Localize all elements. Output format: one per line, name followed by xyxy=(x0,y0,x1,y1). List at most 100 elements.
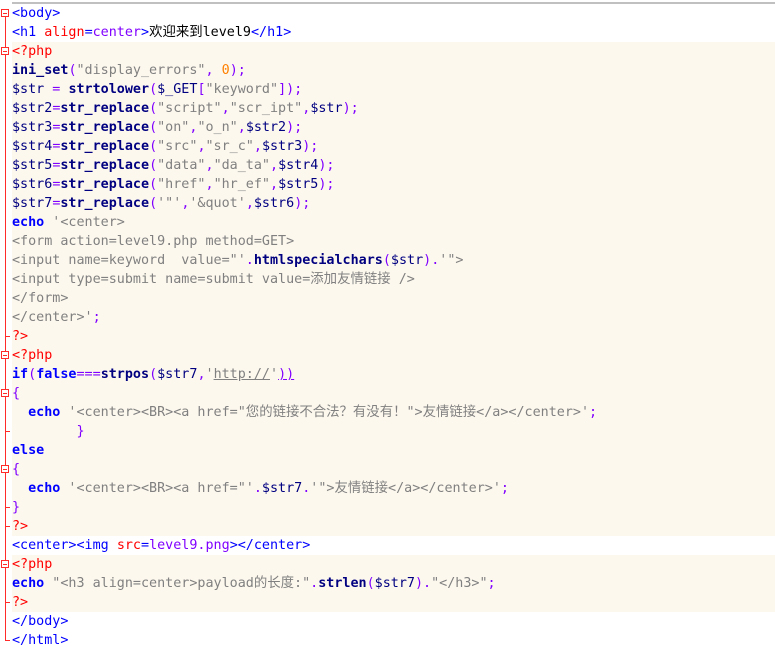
code-token: str_replace xyxy=(60,158,150,173)
code-line[interactable]: $str3=str_replace("on","o_n",$str2); xyxy=(12,118,775,137)
fold-gutter[interactable] xyxy=(0,2,12,663)
code-token: ( xyxy=(68,63,77,78)
code-token: , xyxy=(197,139,206,154)
code-token: === xyxy=(76,367,101,382)
code-line[interactable]: </body> xyxy=(12,612,775,631)
code-line[interactable]: <?php xyxy=(12,42,775,61)
code-line[interactable]: { xyxy=(12,460,775,479)
code-token: if xyxy=(12,367,29,382)
code-token: > xyxy=(141,25,150,40)
code-line[interactable]: $str6=str_replace("href","hr_ef",$str5); xyxy=(12,175,775,194)
code-token: , xyxy=(270,158,279,173)
code-line[interactable]: <center><img src=level9.png></center> xyxy=(12,536,775,555)
code-line[interactable]: </html> xyxy=(12,631,775,650)
code-token: '"' xyxy=(157,196,182,211)
code-token: ?> xyxy=(12,595,29,610)
code-token: <center><img xyxy=(12,538,117,553)
code-token: <form action=level9.php method=GET> xyxy=(12,234,295,249)
code-token: '<center> xyxy=(44,215,125,230)
code-token: $str3 xyxy=(12,120,53,135)
code-line[interactable]: } xyxy=(12,498,775,517)
code-token: ( xyxy=(149,82,158,97)
code-token: ( xyxy=(149,139,158,154)
code-token: . xyxy=(253,481,262,496)
code-line[interactable]: $str = strtolower($_GET["keyword"]); xyxy=(12,80,775,99)
code-line[interactable]: $str2=str_replace("script","scr_ipt",$st… xyxy=(12,99,775,118)
code-token: ( xyxy=(149,367,158,382)
code-token: "href" xyxy=(157,177,206,192)
code-token: [ xyxy=(197,82,206,97)
code-line[interactable]: $str4=str_replace("src","sr_c",$str3); xyxy=(12,137,775,156)
code-token: ); xyxy=(302,139,319,154)
code-token: $str5 xyxy=(278,177,319,192)
code-line[interactable]: ini_set("display_errors", 0); xyxy=(12,61,775,80)
code-line[interactable]: { xyxy=(12,384,775,403)
code-token: , xyxy=(197,367,206,382)
code-token: , xyxy=(205,177,214,192)
code-line[interactable]: ?> xyxy=(12,593,775,612)
fold-range-line xyxy=(5,473,6,507)
code-token: '<center><BR><a href="' xyxy=(60,481,254,496)
code-line[interactable]: <input type=submit name=submit value=添加友… xyxy=(12,270,775,289)
code-line[interactable]: <form action=level9.php method=GET> xyxy=(12,232,775,251)
code-token: , xyxy=(237,120,246,135)
code-token: , xyxy=(221,101,230,116)
code-token: '&quot' xyxy=(189,196,246,211)
code-token: ( xyxy=(366,576,375,591)
code-token: 0 xyxy=(221,63,230,78)
code-token: </body> xyxy=(12,614,69,629)
code-token: $_GET xyxy=(157,82,198,97)
fold-range-line xyxy=(5,55,6,336)
code-token: , xyxy=(270,177,279,192)
code-line[interactable]: echo "<h3 align=center>payload的长度:".strl… xyxy=(12,574,775,593)
code-line[interactable]: </center>'; xyxy=(12,308,775,327)
code-token: </form> xyxy=(12,291,69,306)
code-line[interactable]: if(false===strpos($str7,'http://')) xyxy=(12,365,775,384)
code-token: = xyxy=(84,25,93,40)
code-line[interactable]: $str7=str_replace('"','&quot',$str6); xyxy=(12,194,775,213)
code-token: ) xyxy=(414,576,424,591)
code-token: ( xyxy=(28,367,37,382)
code-editor[interactable]: <body> <h1 align=center>欢迎来到level9</h1> <?… xyxy=(0,2,775,663)
code-line[interactable]: </form> xyxy=(12,289,775,308)
code-token: </html> xyxy=(12,633,69,648)
code-line[interactable]: ?> xyxy=(12,327,775,346)
code-token: center xyxy=(92,25,141,40)
code-line[interactable]: else xyxy=(12,441,775,460)
code-token: $str xyxy=(12,82,45,97)
code-token: "scr_ipt" xyxy=(229,101,303,116)
code-token: , xyxy=(205,63,222,78)
code-line[interactable]: <?php xyxy=(12,555,775,574)
code-line[interactable]: <input name=keyword value="'.htmlspecial… xyxy=(12,251,775,270)
code-token: $str6 xyxy=(253,196,295,211)
code-token: { xyxy=(12,386,21,401)
code-token: "<h3 align=center>payload的长度:" xyxy=(44,576,311,591)
code-token: $str2 xyxy=(245,120,287,135)
fold-toggle-icon[interactable] xyxy=(1,9,9,17)
code-token: $str4 xyxy=(12,139,53,154)
code-token: </h1> xyxy=(251,25,292,40)
code-line[interactable]: echo '<center><BR><a href="您的链接不合法？有没有！"… xyxy=(12,403,775,422)
code-line[interactable]: echo '<center><BR><a href="'.$str7.'">友情… xyxy=(12,479,775,498)
code-line[interactable]: ?> xyxy=(12,517,775,536)
code-token: ini_set xyxy=(12,63,69,78)
code-line[interactable]: } xyxy=(12,422,775,441)
code-token: "display_errors" xyxy=(76,63,206,78)
code-token: <?php xyxy=(12,44,53,59)
code-token: '">友情链接</a></center>' xyxy=(310,481,501,496)
code-token: "da_ta" xyxy=(213,158,270,173)
code-line[interactable]: <?php xyxy=(12,346,775,365)
code-token: ); xyxy=(318,158,335,173)
code-token: $str7 xyxy=(261,481,303,496)
code-line[interactable]: <body> xyxy=(12,4,775,23)
code-token: str_replace xyxy=(60,196,150,211)
fold-range-line xyxy=(5,397,6,431)
code-token: ); xyxy=(294,196,311,211)
code-token: <input type=submit name=submit value=添加友… xyxy=(12,272,415,287)
code-line[interactable]: $str5=str_replace("data","da_ta",$str4); xyxy=(12,156,775,175)
code-token: strlen xyxy=(318,576,367,591)
code-line[interactable]: echo '<center> xyxy=(12,213,775,232)
code-token: "sr_c" xyxy=(205,139,254,154)
code-line[interactable]: <h1 align=center>欢迎来到level9</h1> xyxy=(12,23,775,42)
code-token: } xyxy=(12,500,21,515)
